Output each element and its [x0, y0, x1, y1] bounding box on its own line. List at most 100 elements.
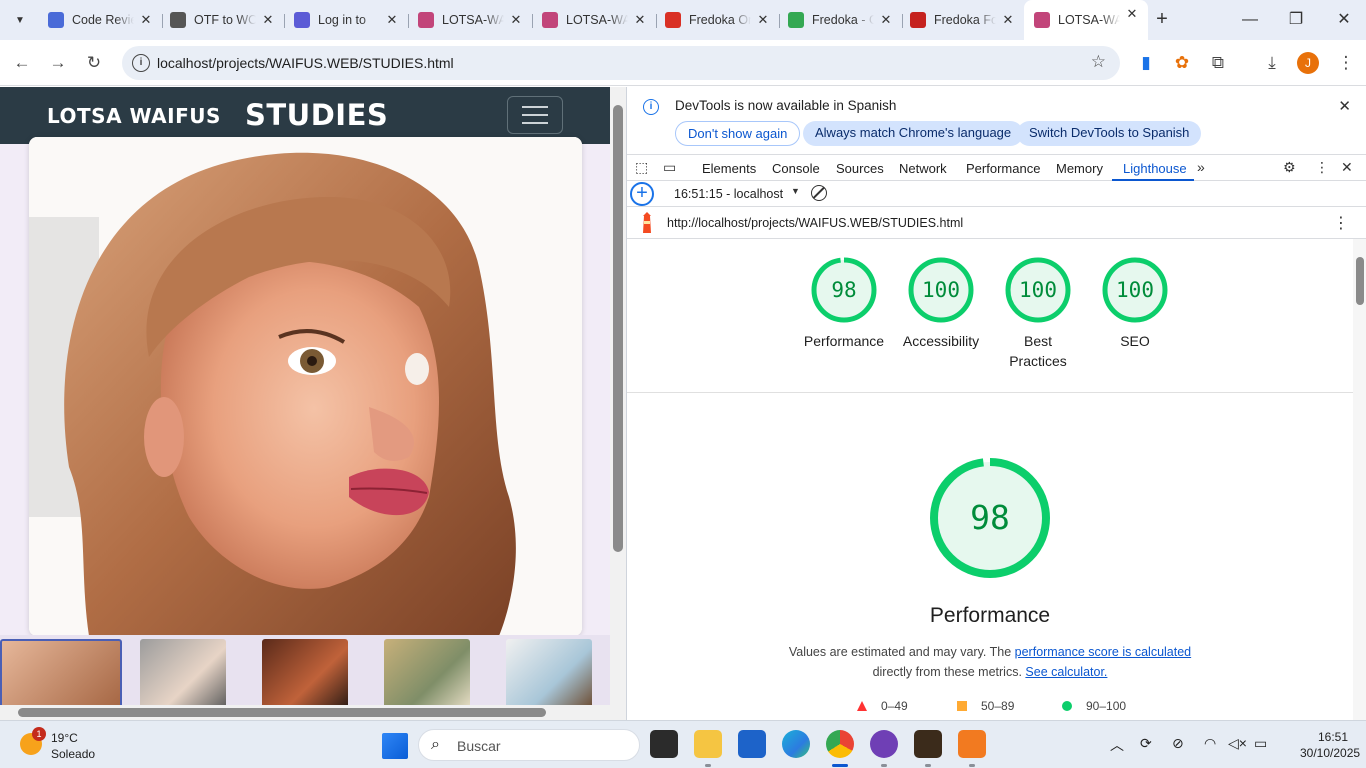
browser-tab[interactable]: Log in to ✕	[284, 6, 409, 34]
new-report-plus-icon[interactable]: +	[630, 182, 654, 206]
address-url[interactable]: localhost/projects/WAIFUS.WEB/STUDIES.ht…	[157, 55, 454, 71]
xampp-icon[interactable]	[958, 730, 986, 758]
tray-overflow-chevron-icon[interactable]: ︿	[1110, 735, 1124, 755]
lighthouse-report: 98 Performance 100 Accessibility 100 Best Pra…	[627, 239, 1353, 720]
infobar-close-icon[interactable]: ✕	[1338, 97, 1351, 115]
microsoft-store-icon[interactable]	[738, 730, 766, 758]
taskbar-search[interactable]: ⌕ Buscar	[418, 729, 640, 761]
switch-to-spanish-button[interactable]: Switch DevTools to Spanish	[1017, 121, 1202, 146]
file-explorer-icon[interactable]	[694, 730, 722, 758]
dont-show-again-button[interactable]: Don't show again	[675, 121, 801, 146]
sublime-text-icon[interactable]	[914, 730, 942, 758]
browser-tab[interactable]: LOTSA-WAIFUS ✕	[1024, 0, 1148, 40]
site-brand[interactable]: LOTSA WAIFUS	[47, 104, 221, 128]
report-dropdown-icon[interactable]: ▼	[791, 186, 800, 196]
tab-search-dropdown-icon[interactable]: ▼	[8, 8, 32, 32]
page-vertical-scrollbar[interactable]	[610, 87, 626, 720]
devtools-tab-performance[interactable]: Performance	[966, 161, 1040, 176]
edge-browser-icon[interactable]	[782, 730, 810, 758]
score-calculated-link[interactable]: performance score is calculated	[1015, 645, 1191, 659]
tab-close-icon[interactable]: ✕	[508, 12, 524, 28]
report-divider	[627, 392, 1353, 393]
always-match-language-button[interactable]: Always match Chrome's language	[803, 121, 1024, 146]
extension-fruit-icon[interactable]: ✿	[1170, 51, 1194, 75]
inspect-element-icon[interactable]: ⬚	[635, 159, 648, 176]
tab-close-icon[interactable]: ✕	[138, 12, 154, 28]
thumbnail-3[interactable]	[262, 639, 348, 705]
see-calculator-link[interactable]: See calculator.	[1025, 665, 1107, 679]
new-tab-button[interactable]: +	[1150, 8, 1174, 32]
devtools-tab-lighthouse[interactable]: Lighthouse	[1123, 161, 1187, 176]
performance-gauge-large[interactable]: 98	[929, 457, 1051, 579]
downloads-icon[interactable]: ⤓	[1260, 51, 1284, 75]
thumbnail-1[interactable]	[0, 639, 122, 705]
thumbnail-4[interactable]	[384, 639, 470, 705]
restore-icon[interactable]: ❐	[1284, 8, 1308, 32]
browser-tab[interactable]: Code Review ✕	[38, 6, 163, 34]
back-icon[interactable]: ←	[10, 51, 34, 75]
report-select[interactable]: 16:51:15 - localhost	[674, 187, 783, 201]
score-gauge-performance[interactable]: 98 Performance	[789, 257, 899, 351]
clear-reports-icon[interactable]	[811, 185, 827, 201]
profile-avatar[interactable]: J	[1297, 52, 1319, 74]
browser-tab[interactable]: Fredoka One ✕	[655, 6, 780, 34]
devtools-tab-console[interactable]: Console	[772, 161, 820, 176]
score-gauge-accessibility[interactable]: 100 Accessibility	[886, 257, 996, 351]
devtools-close-icon[interactable]: ✕	[1341, 159, 1353, 176]
devtools-tab-network[interactable]: Network	[899, 161, 947, 176]
tab-title: LOTSA-WAIFUS	[1058, 13, 1120, 27]
browser-tab[interactable]: LOTSA-WAIFUS ✕	[532, 6, 657, 34]
extension-clipboard-icon[interactable]: ▮	[1134, 51, 1158, 75]
task-view-icon[interactable]	[650, 730, 678, 758]
report-scrollbar[interactable]	[1353, 239, 1366, 720]
sync-tray-icon[interactable]: ⟳	[1140, 735, 1152, 752]
report-menu-icon[interactable]: ⋮	[1333, 213, 1349, 233]
address-bar[interactable]: i localhost/projects/WAIFUS.WEB/STUDIES.…	[122, 46, 1120, 80]
device-toolbar-icon[interactable]: ▭	[663, 159, 676, 176]
browser-tab[interactable]: Fredoka Font ✕	[900, 6, 1024, 34]
devtools-tab-sources[interactable]: Sources	[836, 161, 884, 176]
hamburger-menu-button[interactable]	[507, 96, 563, 134]
tab-close-icon[interactable]: ✕	[260, 12, 276, 28]
more-tabs-icon[interactable]: »	[1197, 159, 1205, 175]
github-desktop-icon[interactable]	[870, 730, 898, 758]
network-off-tray-icon[interactable]: ⊘	[1172, 735, 1184, 752]
start-windows-icon[interactable]	[382, 733, 408, 759]
chrome-browser-icon[interactable]	[826, 730, 854, 758]
battery-icon[interactable]: ▭	[1254, 735, 1267, 752]
tab-close-icon[interactable]: ✕	[1124, 6, 1140, 22]
close-window-icon[interactable]: ✕	[1332, 8, 1356, 32]
thumbnail-5[interactable]	[506, 639, 592, 705]
devtools-tab-elements[interactable]: Elements	[702, 161, 756, 176]
site-info-icon[interactable]: i	[132, 54, 150, 72]
extensions-puzzle-icon[interactable]: ⧉	[1206, 51, 1230, 75]
page-horizontal-scrollbar[interactable]	[0, 705, 610, 720]
menu-kebab-icon[interactable]: ⋮	[1334, 51, 1358, 75]
featured-artwork-image[interactable]	[29, 137, 582, 636]
gauge-label: SEO	[1120, 333, 1150, 349]
tab-close-icon[interactable]: ✕	[878, 12, 894, 28]
score-gauge-best-practices[interactable]: 100 Best Practices	[983, 257, 1093, 371]
browser-tab[interactable]: Fredoka - Google ✕	[778, 6, 903, 34]
thumbnail-2[interactable]	[140, 639, 226, 705]
tab-close-icon[interactable]: ✕	[1000, 12, 1016, 28]
volume-muted-icon[interactable]: ◁×	[1228, 735, 1247, 752]
score-gauge-seo[interactable]: 100 SEO	[1080, 257, 1190, 351]
tab-close-icon[interactable]: ✕	[755, 12, 771, 28]
browser-tab[interactable]: LOTSA-WAIFUS ✕	[408, 6, 533, 34]
browser-tab[interactable]: OTF to WOFF ✕	[160, 6, 285, 34]
tab-close-icon[interactable]: ✕	[384, 12, 400, 28]
settings-gear-icon[interactable]: ⚙	[1283, 159, 1296, 176]
devtools-panel-tabs: ⬚ ▭ Elements Console Sources Network Perform…	[627, 154, 1366, 181]
devtools-tab-memory[interactable]: Memory	[1056, 161, 1103, 176]
tab-close-icon[interactable]: ✕	[632, 12, 648, 28]
wifi-icon[interactable]: ◠	[1204, 735, 1216, 752]
report-url[interactable]: http://localhost/projects/WAIFUS.WEB/STU…	[667, 216, 963, 230]
reload-icon[interactable]: ↻	[82, 51, 106, 75]
system-clock[interactable]: 16:51 30/10/2025	[1300, 729, 1360, 761]
forward-icon[interactable]: →	[46, 51, 70, 75]
performance-score-large: 98	[970, 498, 1010, 537]
devtools-menu-icon[interactable]: ⋮	[1315, 159, 1329, 176]
minimize-icon[interactable]: —	[1238, 8, 1262, 32]
bookmark-star-icon[interactable]: ☆	[1091, 52, 1106, 72]
